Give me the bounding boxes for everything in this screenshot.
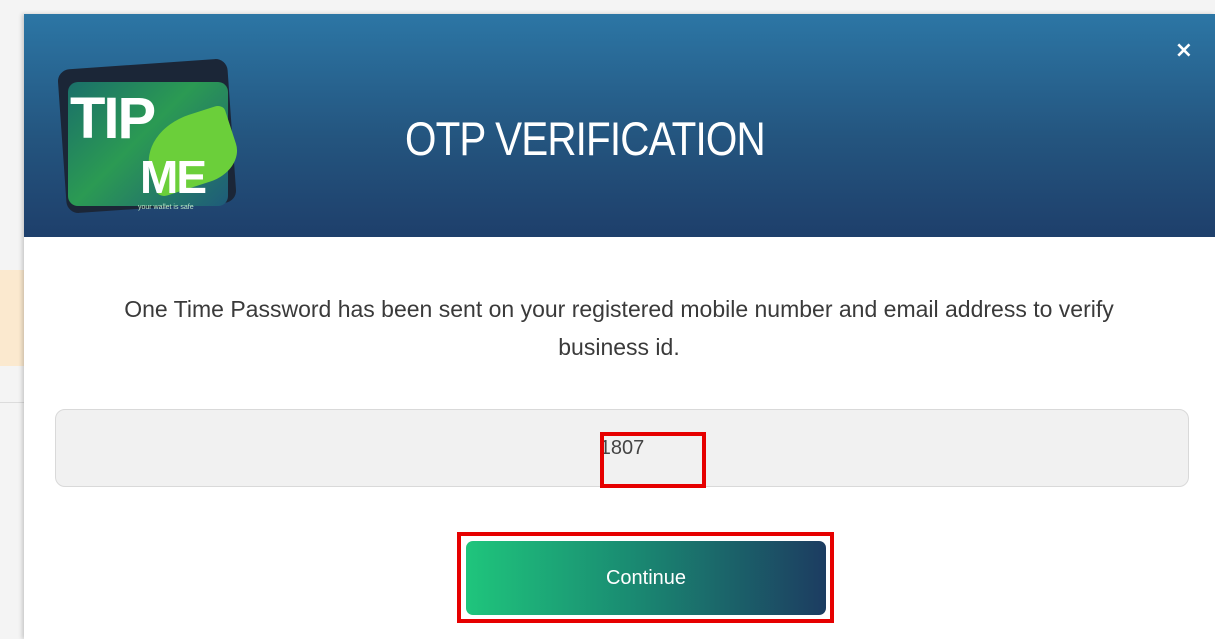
otp-input[interactable] <box>55 409 1189 487</box>
otp-modal: TIP ME your wallet is safe OTP VERIFICAT… <box>24 14 1215 639</box>
logo-text-tip: TIP <box>70 86 156 151</box>
otp-message: One Time Password has been sent on your … <box>124 296 1114 360</box>
continue-button[interactable]: Continue <box>466 541 826 615</box>
logo-text-me: ME <box>140 151 207 203</box>
close-icon[interactable]: × <box>1175 40 1193 62</box>
tipme-logo: TIP ME your wallet is safe <box>54 58 254 220</box>
modal-title: OTP VERIFICATION <box>405 112 766 165</box>
logo-tagline: your wallet is safe <box>138 204 194 211</box>
modal-header: TIP ME your wallet is safe OTP VERIFICAT… <box>24 14 1215 237</box>
